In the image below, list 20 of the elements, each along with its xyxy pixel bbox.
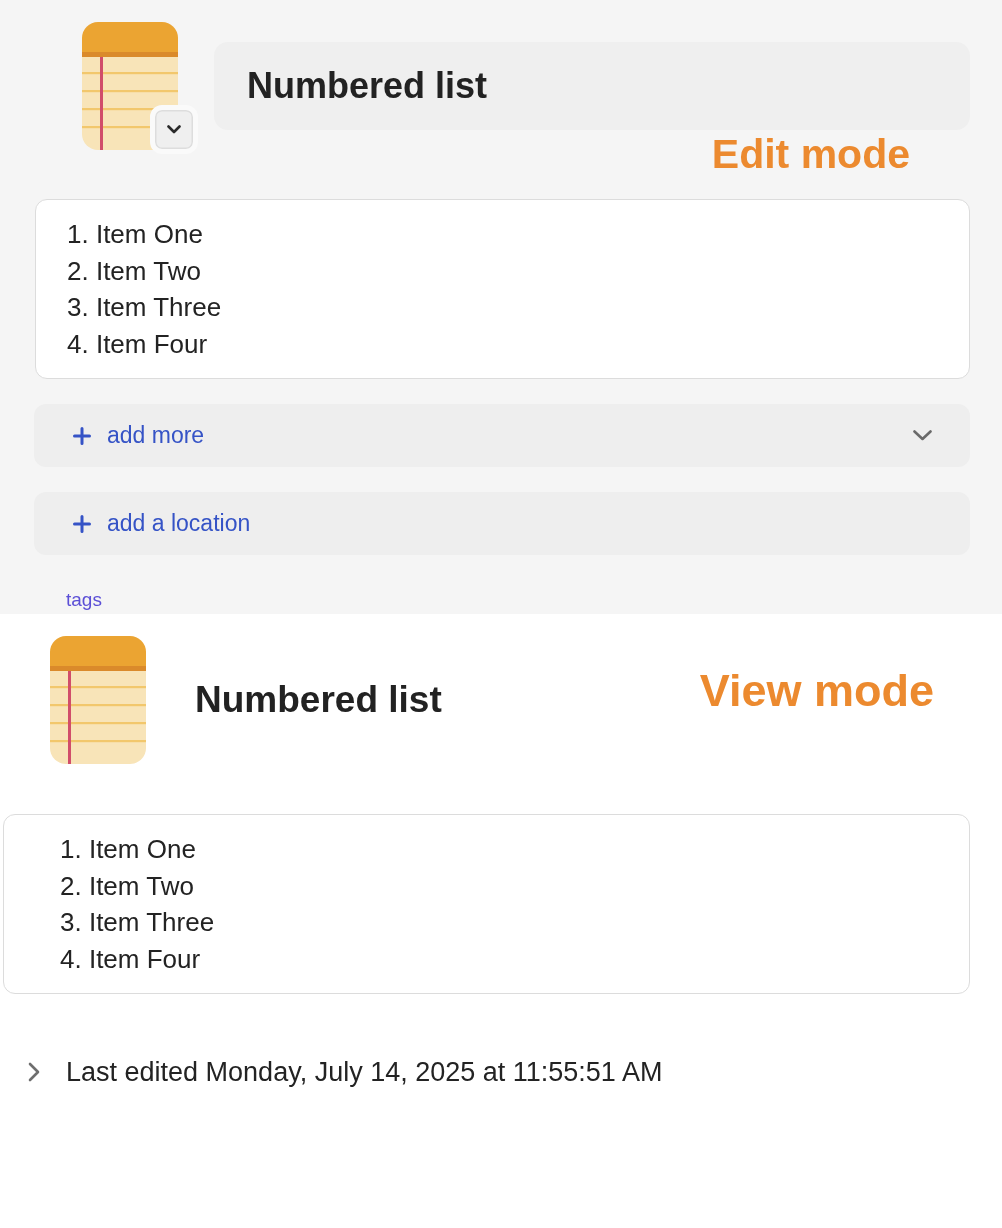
chevron-down-icon — [167, 125, 181, 134]
icon-picker-button[interactable] — [150, 105, 198, 154]
add-action-button[interactable]: add more — [34, 404, 970, 467]
add-action-button[interactable]: add a location — [34, 492, 970, 555]
note-body-field[interactable]: 1. Item One 2. Item Two 3. Item Three 4. Item Four — [35, 199, 970, 379]
note-title: Numbered list — [195, 679, 442, 721]
list-item: 2. Item Two — [60, 869, 194, 903]
title-field[interactable]: Numbered list — [214, 42, 970, 130]
notepad-icon — [50, 636, 146, 764]
list-item: 4. Item Four — [60, 942, 201, 976]
notepad-icon — [82, 22, 178, 150]
tags-label: tags — [66, 589, 102, 611]
mode-annotation: View mode — [699, 665, 934, 717]
plus-icon — [73, 426, 91, 445]
last-edited-toggle[interactable]: Last edited Monday, July 14, 2025 at 11:55:51 AM — [28, 1052, 663, 1092]
mode-annotation: Edit mode — [711, 130, 910, 178]
list-item: 1. Item One — [60, 833, 196, 866]
list-item: 3. Item Three — [60, 906, 215, 939]
chevron-down-icon — [913, 430, 932, 441]
plus-icon — [73, 514, 91, 533]
